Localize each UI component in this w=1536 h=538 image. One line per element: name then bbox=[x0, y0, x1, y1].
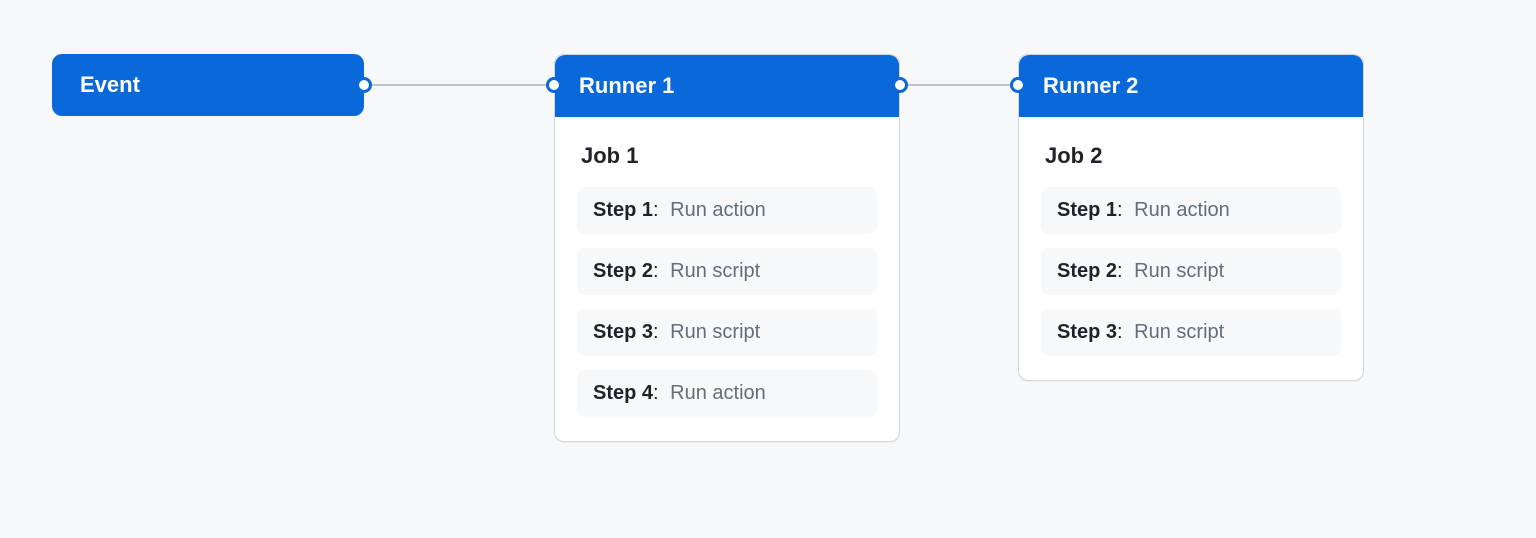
step-item: Step 2: Run script bbox=[577, 248, 877, 295]
connector-dot bbox=[1010, 77, 1026, 93]
runner-title: Runner 2 bbox=[1043, 73, 1138, 98]
step-item: Step 3: Run script bbox=[577, 309, 877, 356]
step-label: Step 1 bbox=[593, 199, 653, 221]
step-label: Step 3 bbox=[1057, 321, 1117, 343]
step-item: Step 4: Run action bbox=[577, 370, 877, 417]
connector-dot bbox=[892, 77, 908, 93]
steps-list: Step 1: Run action Step 2: Run script St… bbox=[1041, 187, 1341, 356]
step-label: Step 2 bbox=[593, 260, 653, 282]
job-title: Job 2 bbox=[1045, 143, 1337, 169]
connector-line bbox=[890, 84, 1020, 86]
step-label: Step 4 bbox=[593, 382, 653, 404]
step-desc: Run action bbox=[670, 382, 766, 404]
event-label: Event bbox=[80, 72, 140, 97]
runner-body: Job 1 Step 1: Run action Step 2: Run scr… bbox=[555, 117, 899, 441]
runner-body: Job 2 Step 1: Run action Step 2: Run scr… bbox=[1019, 117, 1363, 380]
step-desc: Run script bbox=[1134, 321, 1224, 343]
step-item: Step 1: Run action bbox=[1041, 187, 1341, 234]
step-desc: Run script bbox=[1134, 260, 1224, 282]
step-desc: Run action bbox=[670, 199, 766, 221]
runner-title: Runner 1 bbox=[579, 73, 674, 98]
step-desc: Run script bbox=[670, 321, 760, 343]
workflow-diagram: Event Runner 1 Job 1 Step 1: Run action … bbox=[0, 0, 1536, 538]
event-node: Event bbox=[52, 54, 364, 116]
runner-card: Runner 1 Job 1 Step 1: Run action Step 2… bbox=[554, 54, 900, 442]
steps-list: Step 1: Run action Step 2: Run script St… bbox=[577, 187, 877, 417]
runner-header: Runner 1 bbox=[555, 55, 899, 117]
step-item: Step 2: Run script bbox=[1041, 248, 1341, 295]
runner-card: Runner 2 Job 2 Step 1: Run action Step 2… bbox=[1018, 54, 1364, 381]
job-title: Job 1 bbox=[581, 143, 873, 169]
step-item: Step 1: Run action bbox=[577, 187, 877, 234]
connector-line bbox=[350, 84, 560, 86]
step-label: Step 2 bbox=[1057, 260, 1117, 282]
step-label: Step 3 bbox=[593, 321, 653, 343]
step-desc: Run action bbox=[1134, 199, 1230, 221]
step-label: Step 1 bbox=[1057, 199, 1117, 221]
step-desc: Run script bbox=[670, 260, 760, 282]
connector-dot bbox=[356, 77, 372, 93]
connector-dot bbox=[546, 77, 562, 93]
step-item: Step 3: Run script bbox=[1041, 309, 1341, 356]
runner-header: Runner 2 bbox=[1019, 55, 1363, 117]
